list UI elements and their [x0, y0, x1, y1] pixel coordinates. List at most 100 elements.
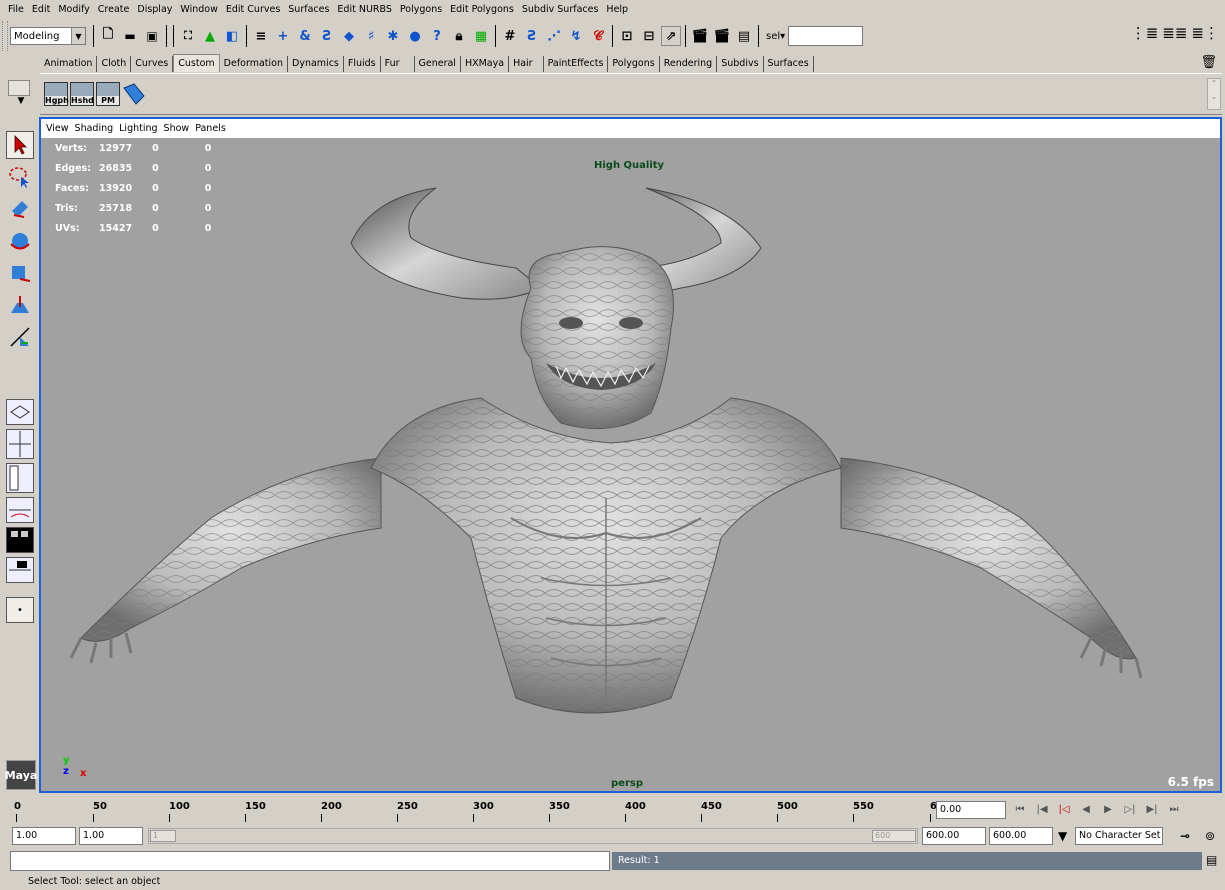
step-back-frame-button[interactable]: |◁ [1054, 799, 1074, 819]
tab-deformation[interactable]: Deformation [220, 56, 289, 72]
last-tool[interactable] [6, 323, 34, 351]
layout-four-view[interactable] [6, 429, 34, 459]
demon-bust-model[interactable] [41, 138, 1220, 791]
shelf-button-custom-script[interactable] [122, 82, 146, 106]
go-to-end-button[interactable]: ⏭ [1164, 799, 1184, 819]
render-icon[interactable]: 🎬︎ [690, 26, 710, 46]
select-tool[interactable] [6, 131, 34, 159]
play-forwards-button[interactable]: ▶ [1098, 799, 1118, 819]
move-tool[interactable] [6, 195, 34, 223]
character-set-field[interactable]: No Character Set [1075, 827, 1163, 845]
go-to-start-button[interactable]: ⏮ [1010, 799, 1030, 819]
chevron-down-icon[interactable]: ▼ [1058, 829, 1067, 843]
select-joints-icon[interactable]: & [295, 26, 315, 46]
layout-persp-trax[interactable] [6, 557, 34, 583]
select-dynamics-icon[interactable]: ✱ [383, 26, 403, 46]
playback-end-field[interactable]: 600.00 [922, 827, 986, 845]
select-misc-icon[interactable]: ? [427, 26, 447, 46]
range-end-handle[interactable]: 600 [872, 830, 916, 842]
snap-curve-icon[interactable]: Ƨ [522, 26, 542, 46]
menu-set-dropdown[interactable]: Modeling ▼ [10, 27, 86, 45]
command-line-input[interactable] [10, 851, 610, 871]
shelf-button-hgph[interactable]: Hgph [44, 82, 69, 106]
shelf-scrollbar[interactable]: ⌃ ⌄ [1207, 78, 1221, 110]
make-live-icon[interactable]: 𝒞 [588, 26, 608, 46]
tab-hair[interactable]: Hair [509, 56, 544, 72]
step-back-key-button[interactable]: |◀ [1032, 799, 1052, 819]
manipulator-tool[interactable] [6, 291, 34, 319]
highlight-selection-icon[interactable]: ▦ [471, 26, 491, 46]
ipr-render-icon[interactable]: 🎬︎ [712, 26, 732, 46]
layout-single-perspective[interactable] [6, 399, 34, 425]
animation-end-field[interactable]: 600.00 [989, 827, 1053, 845]
layout-persp-graph[interactable] [6, 497, 34, 523]
construction-history-icon[interactable]: ⇗ [661, 26, 681, 46]
quick-selection-label[interactable]: sel▾ [766, 31, 785, 42]
select-component-icon[interactable]: ◧ [222, 26, 242, 46]
output-history-icon[interactable]: ⊟ [639, 26, 659, 46]
panel-menu-show[interactable]: Show [164, 123, 190, 134]
trash-icon[interactable]: 🗑︎ [1200, 55, 1217, 70]
tab-rendering[interactable]: Rendering [660, 56, 718, 72]
lock-selection-icon[interactable]: 🔒︎ [449, 26, 469, 46]
tab-animation[interactable]: Animation [40, 56, 98, 72]
menu-edit-nurbs[interactable]: Edit NURBS [333, 4, 395, 15]
menu-subdiv-surfaces[interactable]: Subdiv Surfaces [518, 4, 603, 15]
menu-window[interactable]: Window [176, 4, 221, 15]
shelf-button-hshd[interactable]: Hshd [70, 82, 94, 106]
current-time-field[interactable]: 0.00 [936, 801, 1006, 819]
script-editor-icon[interactable]: ▤ [1206, 853, 1217, 867]
open-scene-icon[interactable]: ▬ [120, 26, 140, 46]
new-scene-icon[interactable]: 🗋 [98, 26, 118, 46]
tab-polygons[interactable]: Polygons [608, 56, 660, 72]
tab-surfaces[interactable]: Surfaces [764, 56, 814, 72]
layout-outliner-persp[interactable] [6, 463, 34, 493]
play-backwards-button[interactable]: ◀ [1076, 799, 1096, 819]
lasso-tool[interactable] [6, 163, 34, 191]
menu-surfaces[interactable]: Surfaces [284, 4, 333, 15]
menu-edit[interactable]: Edit [28, 4, 54, 15]
tab-fur[interactable]: Fur [381, 56, 415, 72]
menu-edit-polygons[interactable]: Edit Polygons [446, 4, 518, 15]
menu-edit-curves[interactable]: Edit Curves [222, 4, 284, 15]
range-slider[interactable]: 1 600 [148, 828, 918, 844]
attribute-editor-icon[interactable]: ⋮≣ [1131, 24, 1159, 42]
shelf-button-pm[interactable]: PM [96, 82, 120, 106]
layout-hypershade[interactable] [6, 527, 34, 553]
panel-menu-lighting[interactable]: Lighting [119, 123, 157, 134]
animation-preferences-icon[interactable]: ⊚ [1205, 829, 1215, 843]
3d-viewport[interactable]: Verts: 12977 0 0 Edges: 26835 0 0 Faces:… [41, 138, 1220, 791]
select-rendering-icon[interactable]: ● [405, 26, 425, 46]
rotate-tool[interactable] [6, 227, 34, 255]
input-history-icon[interactable]: ⊡ [617, 26, 637, 46]
tab-painteffects[interactable]: PaintEffects [544, 56, 609, 72]
quick-selection-input[interactable] [788, 26, 864, 46]
shelf-menu-button[interactable]: ▼ [8, 74, 34, 110]
select-deformations-icon[interactable]: ♯ [361, 26, 381, 46]
menu-file[interactable]: File [4, 4, 28, 15]
menu-display[interactable]: Display [133, 4, 176, 15]
animation-start-field[interactable]: 1.00 [12, 827, 76, 845]
tab-dynamics[interactable]: Dynamics [288, 56, 344, 72]
step-forward-key-button[interactable]: ▶| [1142, 799, 1162, 819]
select-hierarchy-icon[interactable]: ⛶ [178, 26, 198, 46]
menu-help[interactable]: Help [602, 4, 632, 15]
key-icon[interactable]: ⊸ [1180, 829, 1190, 843]
scale-tool[interactable] [6, 259, 34, 287]
tab-custom[interactable]: Custom [173, 54, 220, 72]
menu-create[interactable]: Create [94, 4, 134, 15]
select-handles-icon[interactable]: + [273, 26, 293, 46]
tab-general[interactable]: General [415, 56, 461, 72]
snap-point-icon[interactable]: ⋰ [544, 26, 564, 46]
panel-menu-view[interactable]: View [46, 123, 69, 134]
tab-hxmaya[interactable]: HXMaya [461, 56, 510, 72]
panel-menu-panels[interactable]: Panels [195, 123, 226, 134]
panel-menu-shading[interactable]: Shading [75, 123, 114, 134]
range-start-handle[interactable]: 1 [150, 830, 176, 842]
menu-modify[interactable]: Modify [54, 4, 93, 15]
snap-grid-icon[interactable]: # [500, 26, 520, 46]
select-object-icon[interactable]: ▲ [200, 26, 220, 46]
layout-more[interactable]: • [6, 597, 34, 623]
mask-menu-icon[interactable]: ≡ [251, 26, 271, 46]
render-globals-icon[interactable]: ▤ [734, 26, 754, 46]
